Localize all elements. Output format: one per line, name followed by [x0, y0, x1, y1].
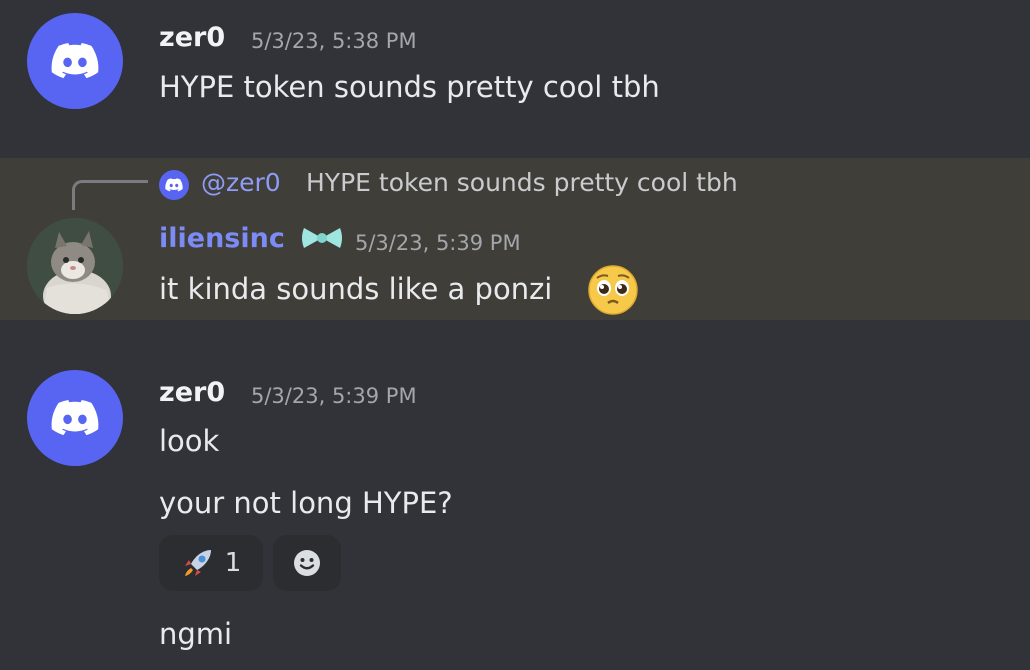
message-text: your not long HYPE? — [159, 486, 453, 520]
reaction-count: 1 — [224, 548, 242, 578]
discord-logo-icon — [165, 178, 183, 192]
timestamp: 5/3/23, 5:39 PM — [251, 384, 417, 408]
reply-preview-text[interactable]: HYPE token sounds pretty cool tbh — [306, 168, 738, 197]
timestamp: 5/3/23, 5:38 PM — [251, 29, 417, 53]
username[interactable]: zer0 — [159, 22, 225, 53]
reply-connector-line — [72, 180, 148, 210]
bow-icon — [302, 228, 342, 248]
discord-logo-icon — [51, 400, 99, 436]
add-reaction-button[interactable] — [273, 535, 341, 591]
rocket-emoji — [184, 550, 211, 576]
username[interactable]: zer0 — [159, 377, 225, 408]
reply-mention[interactable]: @zer0 — [201, 168, 281, 197]
reply-avatar[interactable] — [159, 170, 189, 200]
pleading-face-emoji — [588, 265, 638, 315]
reaction-rocket[interactable]: 1 — [159, 535, 263, 591]
cat-avatar[interactable] — [27, 218, 123, 314]
username[interactable]: iliensinc — [159, 223, 285, 254]
message-text: ngmi — [159, 617, 233, 651]
message-text: look — [159, 424, 220, 458]
add-reaction-icon — [294, 550, 320, 576]
discord-logo-icon — [51, 43, 99, 79]
avatar[interactable] — [27, 370, 123, 466]
message-text: it kinda sounds like a ponzi — [159, 272, 552, 306]
cat-avatar-image — [27, 218, 123, 314]
timestamp: 5/3/23, 5:39 PM — [355, 231, 521, 255]
message-text-content: it kinda sounds like a ponzi — [159, 272, 553, 306]
message-text: HYPE token sounds pretty cool tbh — [159, 70, 660, 104]
avatar[interactable] — [27, 13, 123, 109]
